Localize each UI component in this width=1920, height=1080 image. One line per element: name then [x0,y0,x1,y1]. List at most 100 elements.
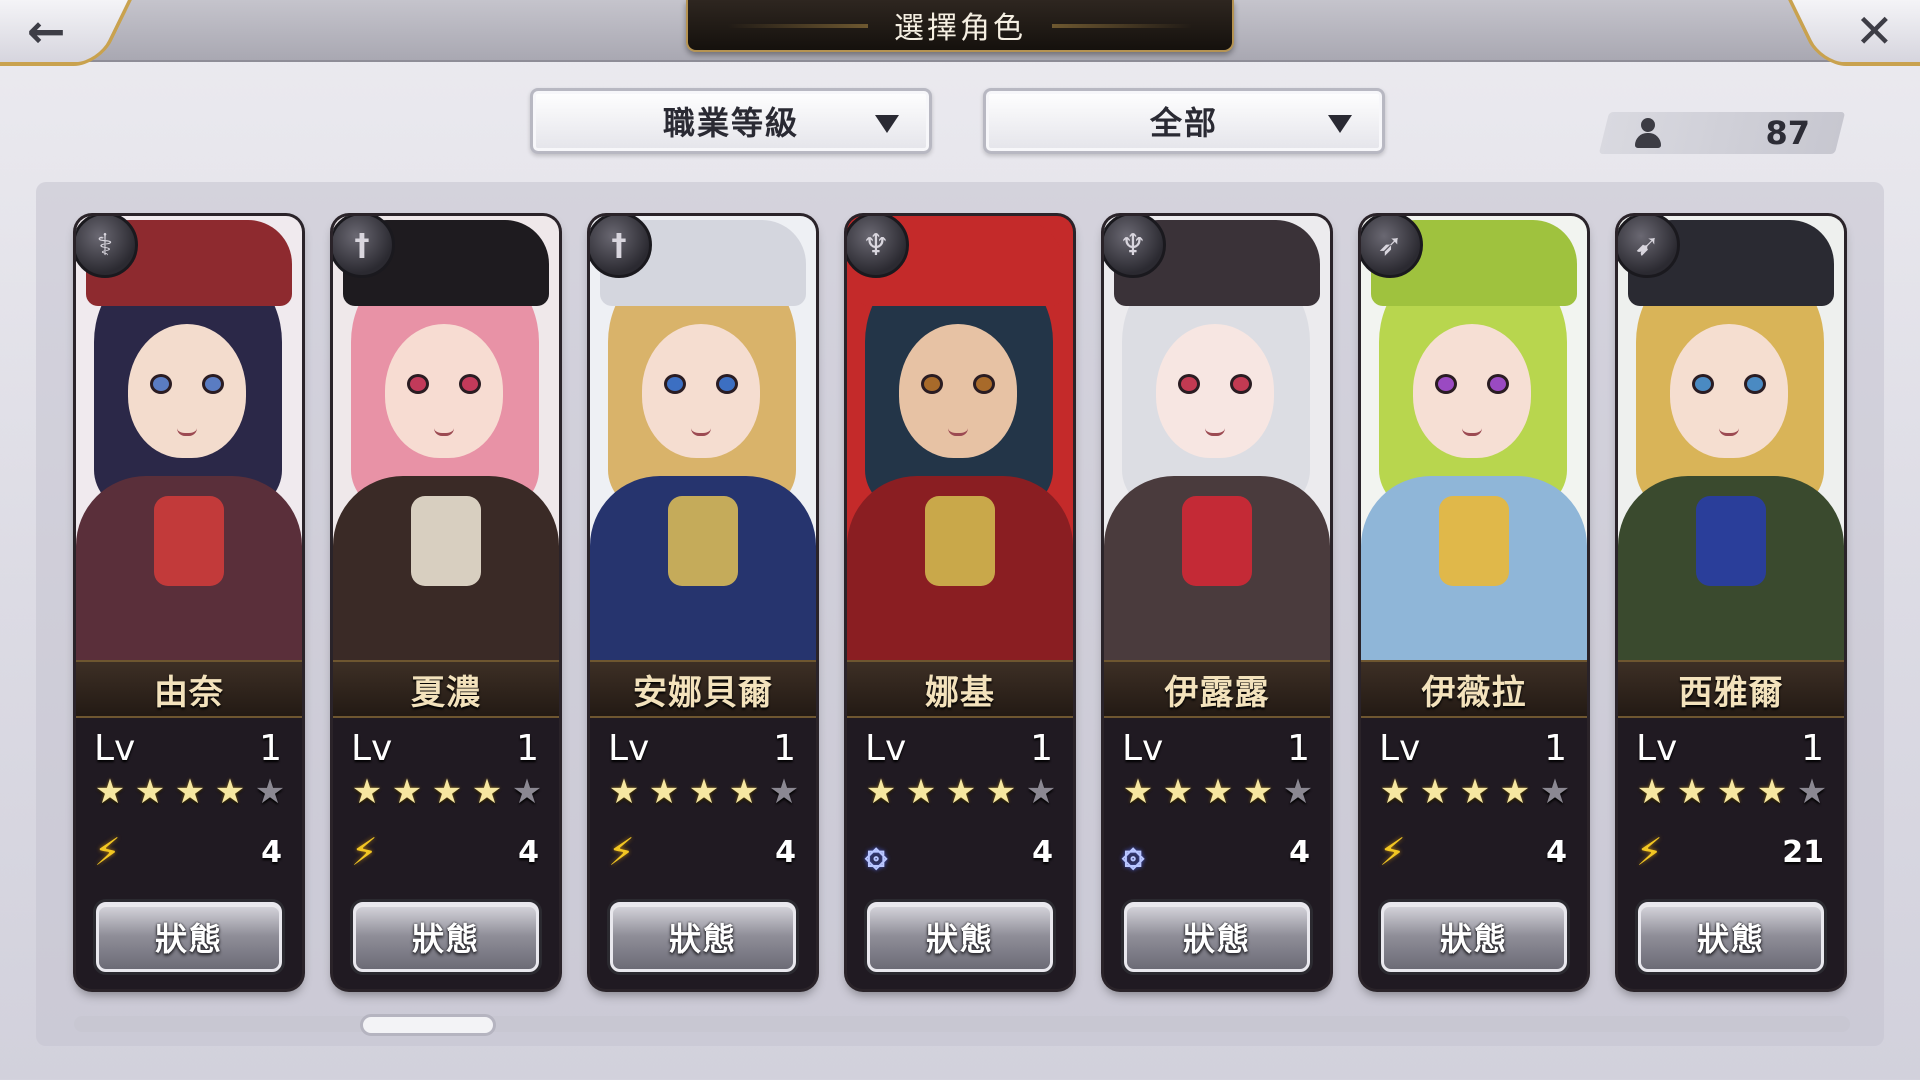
horizontal-scrollbar[interactable] [74,1016,1850,1032]
character-portrait[interactable] [1361,216,1587,660]
status-button[interactable]: 狀態 [610,902,796,972]
element-value: 4 [261,834,282,870]
status-button[interactable]: 狀態 [1124,902,1310,972]
name-band: 由奈 [76,660,302,718]
star-filled-icon: ★ [1716,772,1748,812]
character-card[interactable]: ⚕ 由奈 Lv 1 ★ ★ ★ ★ ★ ⚡ 4 狀態 [76,216,302,989]
status-button[interactable]: 狀態 [96,902,282,972]
status-button-label: 狀態 [154,920,223,958]
star-filled-icon: ★ [471,772,503,812]
character-portrait[interactable] [1104,216,1330,660]
star-empty-icon: ★ [768,772,800,812]
star-filled-icon: ★ [865,772,897,812]
chevron-down-icon [875,115,899,133]
star-filled-icon: ★ [174,772,206,812]
element-row: ⚡ 4 [608,830,796,874]
name-band: 娜基 [847,660,1073,718]
character-info: Lv 1 ★ ★ ★ ★ ★ ۞ 4 狀態 [1104,718,1330,989]
level-label: Lv [1379,727,1421,769]
character-card[interactable]: ♆ 娜基 Lv 1 ★ ★ ★ ★ ★ ۞ 4 狀態 [847,216,1073,989]
status-button[interactable]: 狀態 [1381,902,1567,972]
character-portrait[interactable] [590,216,816,660]
name-band: 安娜貝爾 [590,660,816,718]
swirl-element-icon: ۞ [1122,830,1145,874]
star-filled-icon: ★ [608,772,640,812]
star-filled-icon: ★ [1379,772,1411,812]
level-label: Lv [94,727,136,769]
star-filled-icon: ★ [1162,772,1194,812]
element-row: ⚡ 4 [94,830,282,874]
element-row: ⚡ 4 [1379,830,1567,874]
element-value: 4 [775,834,796,870]
scrollbar-thumb[interactable] [360,1014,496,1036]
character-portrait[interactable] [1618,216,1844,660]
element-value: 4 [1032,834,1053,870]
wind-element-icon: ⚡ [351,830,378,874]
star-filled-icon: ★ [728,772,760,812]
star-filled-icon: ★ [1202,772,1234,812]
star-empty-icon: ★ [1796,772,1828,812]
character-name: 安娜貝爾 [633,672,773,713]
roster-count: 87 [1598,112,1846,154]
character-portrait[interactable] [76,216,302,660]
person-icon [1634,118,1662,148]
title-plate: 選擇角色 [686,0,1234,52]
level-row: Lv 1 [608,726,796,770]
star-empty-icon: ★ [1539,772,1571,812]
character-info: Lv 1 ★ ★ ★ ★ ★ ⚡ 21 狀態 [1618,718,1844,989]
character-info: Lv 1 ★ ★ ★ ★ ★ ⚡ 4 狀態 [333,718,559,989]
star-rating: ★ ★ ★ ★ ★ [92,774,288,810]
name-band: 伊薇拉 [1361,660,1587,718]
category-filter-value: 全部 [1149,104,1218,142]
level-value: 1 [773,727,796,769]
roster-count-value: 87 [1765,114,1810,152]
status-button[interactable]: 狀態 [1638,902,1824,972]
status-button-label: 狀態 [1439,920,1508,958]
character-card[interactable]: ➹ 西雅爾 Lv 1 ★ ★ ★ ★ ★ ⚡ 21 狀態 [1618,216,1844,989]
character-portrait[interactable] [333,216,559,660]
star-filled-icon: ★ [1122,772,1154,812]
category-filter-dropdown[interactable]: 全部 [983,88,1385,154]
character-card[interactable]: † 夏濃 Lv 1 ★ ★ ★ ★ ★ ⚡ 4 狀態 [333,216,559,989]
name-band: 夏濃 [333,660,559,718]
element-row: ⚡ 21 [1636,830,1824,874]
character-name: 伊薇拉 [1421,672,1527,713]
character-card[interactable]: ♆ 伊露露 Lv 1 ★ ★ ★ ★ ★ ۞ 4 狀態 [1104,216,1330,989]
star-rating: ★ ★ ★ ★ ★ [349,774,545,810]
level-label: Lv [1122,727,1164,769]
star-filled-icon: ★ [391,772,423,812]
element-row: ۞ 4 [865,830,1053,874]
star-empty-icon: ★ [1282,772,1314,812]
class-filter-dropdown[interactable]: 職業等級 [530,88,932,154]
element-value: 4 [1289,834,1310,870]
name-band: 伊露露 [1104,660,1330,718]
star-filled-icon: ★ [1419,772,1451,812]
status-button[interactable]: 狀態 [353,902,539,972]
status-button-label: 狀態 [668,920,737,958]
character-portrait[interactable] [847,216,1073,660]
star-filled-icon: ★ [648,772,680,812]
character-info: Lv 1 ★ ★ ★ ★ ★ ⚡ 4 狀態 [1361,718,1587,989]
status-button[interactable]: 狀態 [867,902,1053,972]
star-filled-icon: ★ [214,772,246,812]
level-row: Lv 1 [351,726,539,770]
star-empty-icon: ★ [1025,772,1057,812]
star-filled-icon: ★ [94,772,126,812]
chevron-down-icon [1328,115,1352,133]
character-card[interactable]: † 安娜貝爾 Lv 1 ★ ★ ★ ★ ★ ⚡ 4 狀態 [590,216,816,989]
level-value: 1 [516,727,539,769]
level-row: Lv 1 [94,726,282,770]
star-rating: ★ ★ ★ ★ ★ [606,774,802,810]
character-info: Lv 1 ★ ★ ★ ★ ★ ⚡ 4 狀態 [76,718,302,989]
character-card[interactable]: ➶ 伊薇拉 Lv 1 ★ ★ ★ ★ ★ ⚡ 4 狀態 [1361,216,1587,989]
character-name: 娜基 [925,672,995,713]
character-name: 夏濃 [411,672,481,713]
level-row: Lv 1 [1379,726,1567,770]
element-row: ⚡ 4 [351,830,539,874]
level-label: Lv [1636,727,1678,769]
character-info: Lv 1 ★ ★ ★ ★ ★ ۞ 4 狀態 [847,718,1073,989]
wind-element-icon: ⚡ [1379,830,1406,874]
level-row: Lv 1 [865,726,1053,770]
name-band: 西雅爾 [1618,660,1844,718]
star-filled-icon: ★ [1756,772,1788,812]
